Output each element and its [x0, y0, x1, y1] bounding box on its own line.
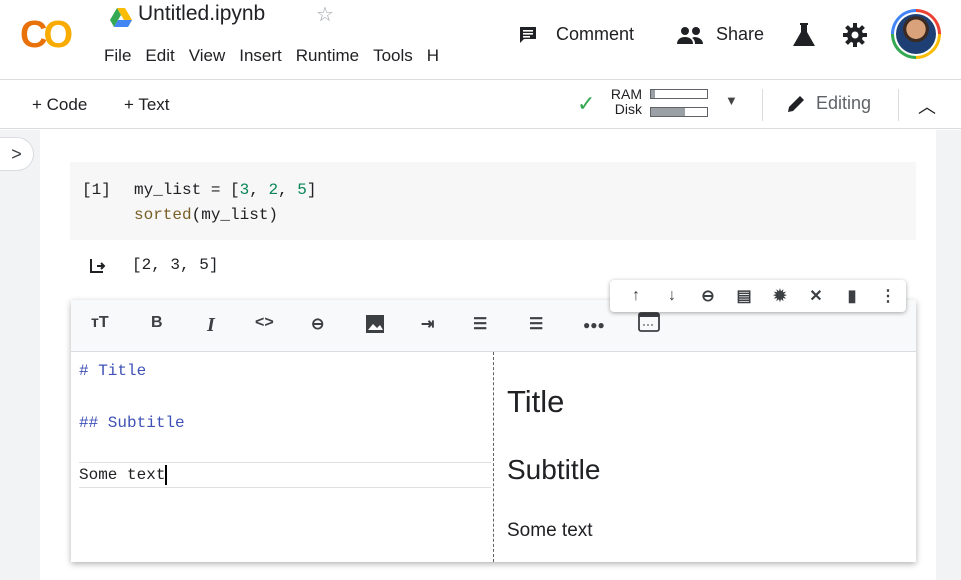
code-icon[interactable]: <>	[255, 314, 274, 332]
comment-button[interactable]: Comment	[518, 24, 634, 45]
output-icon[interactable]	[88, 257, 106, 280]
chevron-up-icon[interactable]: ︿	[918, 93, 936, 119]
resource-labels[interactable]: RAM Disk	[606, 87, 642, 117]
menu-bar: File Edit View Insert Runtime Tools H	[104, 46, 453, 66]
ram-meter-fill	[651, 90, 656, 98]
divider	[898, 89, 899, 121]
add-text-button[interactable]: + Text	[124, 95, 170, 115]
markdown-preview: Title Subtitle Some text	[495, 352, 916, 562]
editor-line-title: # Title	[79, 362, 147, 380]
editing-label: Editing	[816, 93, 872, 113]
disk-meter-fill	[651, 108, 685, 116]
menu-help[interactable]: H	[427, 46, 439, 66]
share-button[interactable]: Share	[676, 24, 764, 45]
notebook-title[interactable]: Untitled.ipynb	[138, 2, 265, 26]
disk-meter	[650, 107, 708, 117]
move-down-icon[interactable]: ↓	[654, 280, 690, 312]
editor-text: Some text	[79, 466, 166, 485]
notebook-toolbar: + Code + Text ✓ RAM Disk ▼ Editing ︿	[0, 81, 961, 129]
code-number: 2	[268, 181, 279, 199]
preview-text: Some text	[507, 520, 593, 541]
code-line-1[interactable]: my_list = [3, 2, 5]	[134, 181, 316, 199]
editor-line-text: Some text	[79, 465, 168, 485]
colab-logo[interactable]: CO	[20, 14, 73, 57]
chevron-right-icon: >	[11, 143, 22, 164]
pencil-icon	[788, 95, 804, 112]
menu-tools[interactable]: Tools	[373, 46, 413, 66]
markdown-editor[interactable]: # Title ## Subtitle Some text	[71, 352, 494, 562]
code-number: 5	[297, 181, 307, 199]
ram-label: RAM	[610, 86, 642, 102]
code-function: sorted	[134, 206, 192, 224]
star-icon[interactable]: ☆	[316, 2, 334, 27]
code-line-2[interactable]: sorted(my_list)	[134, 206, 278, 224]
link-icon[interactable]: ⊖	[311, 314, 324, 334]
text-cell[interactable]: ᴛT B I <> ⊖ ⇥ ☰ ☰ ●●● # Title ## Subtitl…	[71, 300, 916, 562]
avatar[interactable]	[891, 9, 941, 59]
people-icon	[677, 26, 703, 44]
disk-label: Disk	[614, 101, 642, 117]
editor-line-subtitle: ## Subtitle	[79, 414, 185, 432]
italic-icon[interactable]: I	[207, 314, 215, 337]
share-label: Share	[716, 24, 765, 44]
menu-runtime[interactable]: Runtime	[296, 46, 359, 66]
menu-file[interactable]: File	[104, 46, 131, 66]
bold-icon[interactable]: B	[151, 314, 163, 332]
cell-output: [2, 3, 5]	[132, 256, 219, 274]
right-gutter	[936, 130, 961, 580]
divider	[762, 89, 763, 121]
menu-view[interactable]: View	[189, 46, 226, 66]
bulleted-list-icon[interactable]: ☰	[529, 314, 543, 334]
more-icon[interactable]: ⋮	[870, 280, 906, 312]
code-token: ]	[306, 181, 317, 199]
code-token: (my_list)	[191, 206, 279, 224]
editing-mode-button[interactable]: Editing	[786, 93, 871, 114]
chevron-down-icon[interactable]: ▼	[725, 93, 738, 108]
move-up-icon[interactable]: ↑	[618, 280, 654, 312]
horizontal-rule-icon[interactable]: ●●●	[583, 318, 605, 332]
preview-subtitle: Subtitle	[507, 454, 601, 485]
comment-icon	[520, 26, 536, 43]
cell-toolbar: ↑ ↓ ⊖ ▤ ✹ ✕ ▮ ⋮	[610, 280, 906, 312]
code-cell[interactable]	[70, 162, 916, 240]
header-bar: CO Untitled.ipynb ☆ File Edit View Inser…	[0, 0, 961, 80]
code-token: my_list = [	[134, 181, 240, 199]
left-gutter	[0, 130, 40, 580]
avatar-photo	[896, 14, 936, 54]
execution-count: [1]	[82, 181, 111, 199]
ram-meter	[650, 89, 708, 99]
mirror-cell-icon[interactable]: ✕	[798, 280, 834, 312]
comment-icon[interactable]: ▤	[726, 280, 762, 312]
code-number: 3	[239, 181, 250, 199]
comment-label: Comment	[556, 24, 635, 44]
preview-toggle-icon[interactable]	[637, 310, 661, 334]
menu-edit[interactable]: Edit	[145, 46, 174, 66]
indent-icon[interactable]: ⇥	[421, 314, 434, 334]
link-icon[interactable]: ⊖	[690, 280, 726, 312]
preview-title: Title	[507, 384, 565, 419]
delete-icon[interactable]: ▮	[834, 280, 870, 312]
flask-icon[interactable]	[792, 22, 816, 48]
sidebar-toggle-button[interactable]: >	[0, 137, 34, 171]
gear-icon[interactable]	[842, 22, 868, 48]
drive-icon	[110, 8, 132, 27]
numbered-list-icon[interactable]: ☰	[473, 314, 487, 334]
text-cursor	[165, 465, 168, 485]
image-icon[interactable]	[365, 314, 385, 334]
connected-check-icon: ✓	[577, 91, 596, 116]
menu-insert[interactable]: Insert	[239, 46, 282, 66]
settings-icon[interactable]: ✹	[762, 280, 798, 312]
add-code-button[interactable]: + Code	[32, 95, 87, 115]
heading-icon[interactable]: ᴛT	[91, 314, 109, 332]
